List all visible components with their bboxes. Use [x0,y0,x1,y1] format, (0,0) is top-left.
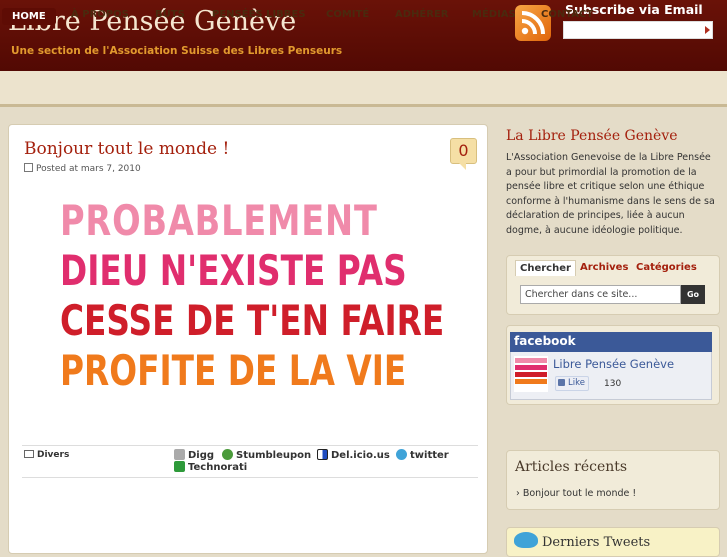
stumbleupon-icon [222,449,233,460]
divider [22,477,478,478]
tab-categories[interactable]: Catégories [636,262,697,273]
about-title: La Libre Pensée Genève [506,128,678,144]
site-tagline: Une section de l'Association Suisse des … [11,45,343,57]
folder-icon [24,450,34,458]
facebook-logo[interactable]: facebook [514,334,576,348]
twitter-bird-icon [514,532,538,548]
facebook-page-thumbnail[interactable] [514,356,548,392]
share-digg[interactable]: Digg [174,449,214,461]
post-date: Posted at mars 7, 2010 [36,164,141,174]
subscribe-submit-arrow-icon[interactable] [705,26,710,34]
nav-home[interactable]: HOME [2,8,56,25]
recent-post-item[interactable]: › Bonjour tout le monde ! [516,488,636,499]
tab-chercher[interactable]: Chercher [515,260,576,276]
tab-archives[interactable]: Archives [580,262,628,273]
poster-line-2: DIEU N'EXISTE PAS [60,246,407,295]
share-twitter[interactable]: twitter [396,449,449,461]
share-stumbleupon-label[interactable]: Stumbleupon [236,450,311,461]
delicious-icon [317,449,328,460]
post-category[interactable]: Divers [24,450,69,460]
twitter-widget-title: Derniers Tweets [542,535,651,550]
poster-line-1: PROBABLEMENT [60,196,378,245]
nav-adherer[interactable]: ADHÉRER [395,9,448,20]
facebook-like-count: 130 [604,379,622,389]
share-stumbleupon[interactable]: Stumbleupon [222,449,311,461]
technorati-icon [174,461,185,472]
nav-medias[interactable]: MÉDIAS [472,9,516,20]
calendar-icon [24,163,33,172]
share-digg-label[interactable]: Digg [188,450,214,461]
poster-line-3: CESSE DE T'EN FAIRE [60,296,445,345]
post-image: PROBABLEMENT DIEU N'EXISTE PAS CESSE DE … [60,200,445,392]
search-go-button[interactable]: Go [681,285,705,304]
about-text: L'Association Genevoise de la Libre Pens… [506,152,715,236]
nav-a-propos[interactable]: À PROPOS [71,9,129,20]
nav-buts[interactable]: BUTS [155,9,185,20]
comment-count-badge[interactable]: 0 [450,138,477,170]
divider [22,445,478,446]
share-technorati[interactable]: Technorati [174,461,247,473]
twitter-icon [396,449,407,460]
post-title[interactable]: Bonjour tout le monde ! [24,139,229,159]
recent-posts-title: Articles récents [515,459,628,475]
thumb-up-icon [558,379,565,386]
search-input[interactable] [520,285,681,304]
nav-comite[interactable]: COMITÉ [326,9,369,20]
share-delicious[interactable]: Del.icio.us [317,449,390,461]
nav-pensees-libres[interactable]: PENSÉES LIBRES [212,9,306,20]
share-technorati-label[interactable]: Technorati [188,462,247,473]
share-twitter-label[interactable]: twitter [410,450,449,461]
nav-contact[interactable]: CONTACT [541,9,593,20]
post-meta: Posted at mars 7, 2010 [24,163,141,174]
category-label[interactable]: Divers [37,450,69,460]
share-delicious-label[interactable]: Del.icio.us [331,450,390,461]
digg-icon [174,449,185,460]
main-nav [0,71,727,107]
poster-line-4: PROFITE DE LA VIE [60,346,407,395]
recent-post-link[interactable]: Bonjour tout le monde ! [523,488,636,499]
facebook-page-name[interactable]: Libre Pensée Genève [553,357,674,371]
subscribe-email-input[interactable] [563,21,713,39]
